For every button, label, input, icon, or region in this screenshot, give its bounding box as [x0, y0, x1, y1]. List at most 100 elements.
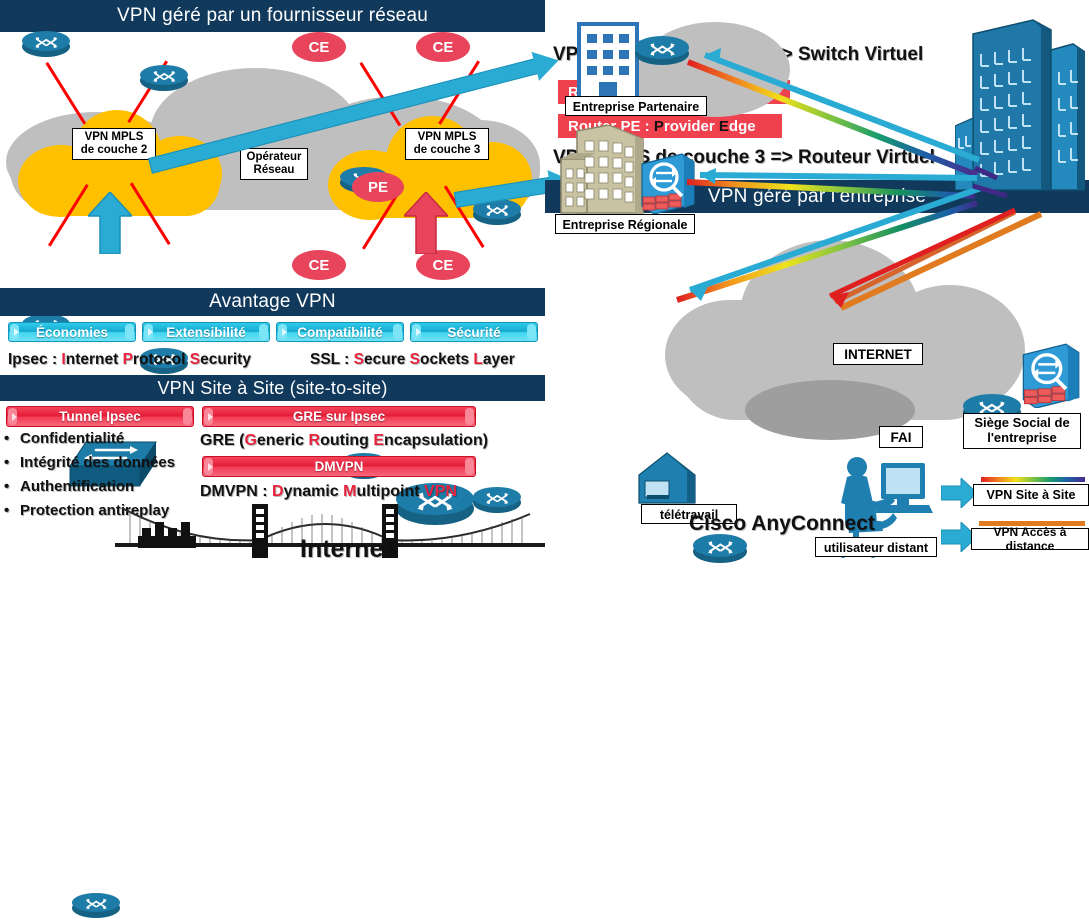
- dmvpn-head: DMVPN :: [200, 483, 272, 500]
- advantage-pill-economies[interactable]: Économies: [8, 322, 136, 342]
- ssl-ayer: ayer: [482, 351, 515, 368]
- dmvpn-pill[interactable]: DMVPN: [202, 456, 476, 477]
- regional-firewall-icon: [638, 152, 696, 215]
- advantage-pill-row: Économies Extensibilité Compatibilité Sé…: [8, 322, 544, 342]
- advantage-pill-compatibilite[interactable]: Compatibilité: [276, 322, 404, 342]
- mpls-l2-label-line1: VPN MPLS: [84, 130, 144, 143]
- partner-building-icon: [577, 22, 639, 102]
- partner-router-icon: [635, 35, 689, 73]
- anyconnect-label: Cisco AnyConnect: [689, 512, 875, 535]
- advantage-vpn-header: Avantage VPN: [0, 288, 545, 316]
- list-item-label: Intégrité des données: [20, 454, 176, 471]
- dmvpn-d: D: [272, 483, 284, 500]
- advantage-pill-securite[interactable]: Sécurité: [410, 322, 538, 342]
- telework-house-icon: [633, 449, 713, 507]
- provider-vpn-panel: VPN géré par un fournisseur réseau CE CE…: [0, 0, 576, 918]
- router-pe-e: E: [718, 117, 729, 135]
- ssl-s2: S: [409, 351, 420, 368]
- dmvpn-vpn: VPN: [424, 483, 457, 500]
- operator-label: Opérateur Réseau: [240, 148, 308, 180]
- gre-ncapsulation: ncapsulation): [384, 432, 489, 449]
- gre-sur-ipsec-label: GRE sur Ipsec: [292, 409, 386, 424]
- ce-badge: CE: [292, 250, 346, 280]
- partner-label: Entreprise Partenaire: [565, 96, 707, 116]
- dmvpn-ultipoint: ultipoint: [356, 483, 425, 500]
- gre-e: E: [373, 432, 385, 449]
- hq-firewall-icon: [1019, 342, 1081, 409]
- gre-pill-row: GRE sur Ipsec: [202, 406, 482, 427]
- legend-label-site-to-site: VPN Site à Site: [973, 484, 1089, 506]
- mpls-l3-label-line1: VPN MPLS: [417, 130, 477, 143]
- mpls-l3-label: VPN MPLS de couche 3: [405, 128, 489, 160]
- internet-label-right: INTERNET: [833, 343, 923, 365]
- legend-swatch-site-to-site: [981, 477, 1085, 482]
- regional-label: Entreprise Régionale: [555, 214, 695, 234]
- ipsec-rotocol: rotocol: [132, 351, 190, 368]
- dmvpn-label: DMVPN: [314, 459, 364, 474]
- list-item: • Intégrité des données: [4, 454, 176, 471]
- tunnel-ipsec-label: Tunnel Ipsec: [59, 409, 141, 424]
- legend-label-remote-access: VPN Accès à distance: [971, 525, 1089, 553]
- gre-eneric: eneric: [256, 432, 309, 449]
- gre-r: R: [308, 432, 321, 449]
- ssl-ockets: ockets: [420, 351, 474, 368]
- advantage-pill-label: Compatibilité: [297, 324, 383, 340]
- router-icon: [72, 892, 120, 924]
- dmvpn-definition: DMVPN : Dynamic Multipoint VPN: [200, 483, 457, 501]
- list-item: • Authentification: [4, 478, 135, 495]
- ce-badge: CE: [416, 250, 470, 280]
- router-pe-rovider: rovider: [663, 117, 719, 135]
- router-icon: [140, 64, 188, 98]
- provider-vpn-header: VPN géré par un fournisseur réseau: [0, 0, 545, 32]
- gre-g: G: [244, 432, 257, 449]
- pe-badge: PE: [352, 172, 404, 202]
- advantage-pill-label: Économies: [35, 324, 109, 340]
- advantage-pill-label: Extensibilité: [166, 324, 246, 340]
- advantage-pill-label: Sécurité: [447, 324, 501, 340]
- ipsec-s: S: [189, 351, 201, 368]
- mpls-l2-label-line2: de couche 2: [80, 144, 148, 156]
- list-item-label: Confidentialité: [20, 430, 125, 447]
- gre-definition: GRE (Generic Routing Encapsulation): [200, 432, 488, 450]
- list-item-label: Authentification: [20, 478, 135, 495]
- legend-arrow-site-to-site: [940, 476, 978, 510]
- hq-label: Siège Social de l'entreprise: [963, 413, 1081, 449]
- internet-label-left: Internet: [300, 535, 392, 563]
- ipsec-ecurity: ecurity: [200, 351, 251, 368]
- ssl-prefix: SSL :: [310, 351, 354, 368]
- ssl-definition: SSL : Secure Sockets Layer: [310, 351, 515, 369]
- router-pe-p: P: [653, 117, 664, 135]
- ssl-ecure: ecure: [363, 351, 410, 368]
- hq-label-line2: l'entreprise: [987, 430, 1057, 445]
- isp-label: FAI: [879, 426, 923, 448]
- remote-user-label: utilisateur distant: [815, 537, 937, 557]
- operator-label-line1: Opérateur: [246, 150, 302, 163]
- router-icon: [22, 30, 70, 64]
- tunnel-ipsec-pill[interactable]: Tunnel Ipsec: [6, 406, 194, 427]
- ipsec-nternet: nternet: [65, 351, 123, 368]
- site-to-site-header: VPN Site à Site (site-to-site): [0, 375, 545, 401]
- upward-arrow-red: [402, 190, 450, 255]
- dmvpn-ynamic: ynamic: [283, 483, 344, 500]
- operator-label-line2: Réseau: [253, 164, 295, 176]
- ipsec-prefix: Ipsec :: [8, 351, 62, 368]
- gre-outing: outing: [320, 432, 374, 449]
- ssl-s1: S: [353, 351, 364, 368]
- ipsec-p: P: [122, 351, 133, 368]
- enterprise-vpn-panel: VPN MPLS de couche 2 => Switch Virtuel R…: [545, 0, 1089, 564]
- ce-badge: CE: [292, 32, 346, 62]
- ipsec-definition: Ipsec : Internet Protocol Security: [8, 351, 251, 369]
- list-item: • Confidentialité: [4, 430, 125, 447]
- mpls-l3-label-line2: de couche 3: [413, 144, 481, 156]
- gre-sur-ipsec-pill[interactable]: GRE sur Ipsec: [202, 406, 476, 427]
- hq-label-line1: Siège Social de: [974, 415, 1070, 431]
- mpls-l2-label: VPN MPLS de couche 2: [72, 128, 156, 160]
- slide-root: VPN géré par un fournisseur réseau CE CE…: [0, 0, 1089, 918]
- ssl-l: L: [473, 351, 483, 368]
- telework-router-icon: [693, 533, 747, 571]
- dmvpn-pill-row: DMVPN: [202, 456, 482, 477]
- advantage-pill-extensibilite[interactable]: Extensibilité: [142, 322, 270, 342]
- hq-building-icon: [954, 14, 1086, 214]
- router-pe-dge: dge: [728, 117, 756, 135]
- upward-arrow-cyan: [86, 190, 134, 255]
